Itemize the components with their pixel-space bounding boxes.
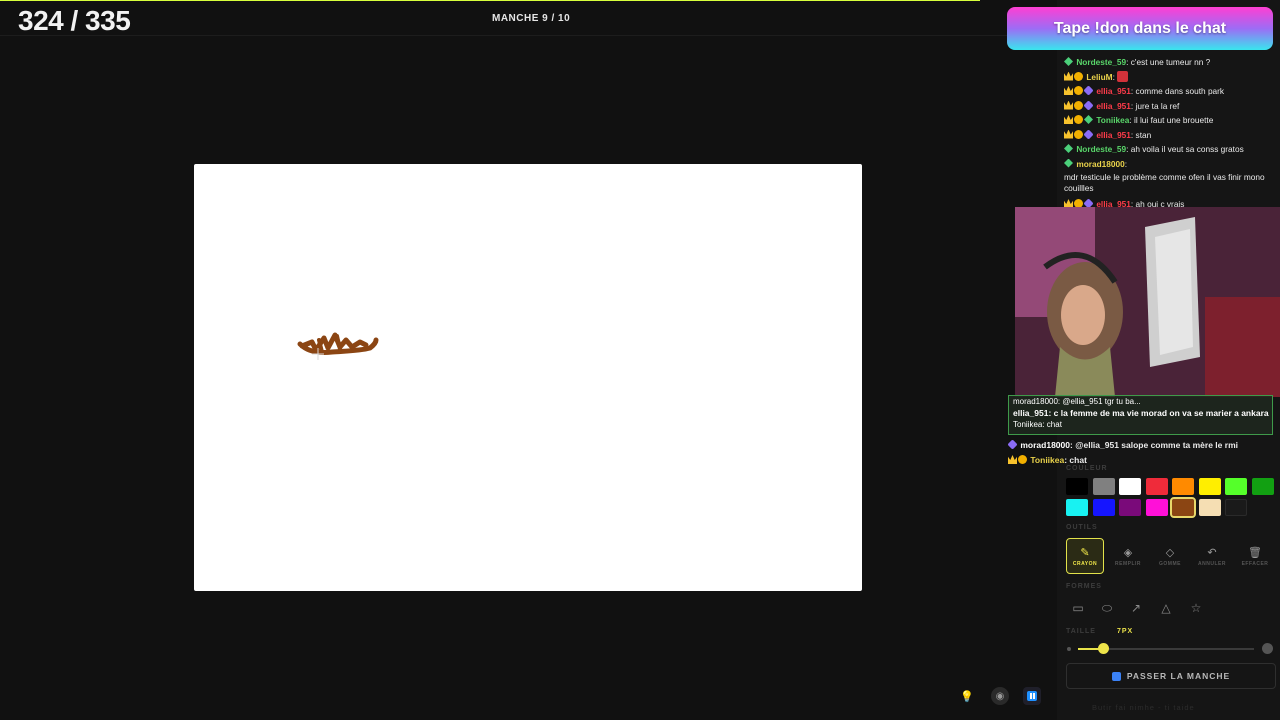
overlay-chat-line: Toniikea: chat [1013,420,1062,429]
gem-badge-icon [1064,144,1073,153]
chat-message: ellia_951: jure ta la ref [1064,99,1276,114]
pencil-icon: ✎ [1080,546,1090,559]
coin-badge-icon [1074,129,1083,139]
round-indicator: MANCHE 9 / 10 [492,13,571,24]
pencil-tool-button[interactable]: ✎ CRAYON [1066,538,1104,574]
coin-badge-icon [1074,86,1083,95]
crown-badge-icon [1064,115,1073,124]
sub-badge-icon [1007,439,1018,450]
donation-banner: Tape !don dans le chat [1007,7,1273,50]
footer-hint: Butir fai nimhe - ti taide [1092,703,1195,712]
color-swatch[interactable] [1198,499,1221,516]
color-swatch[interactable] [1225,499,1247,516]
clear-button[interactable]: 🗑 EFFACER [1236,538,1274,574]
size-label: TAILLE [1066,628,1096,635]
tools-label: OUTILS [1066,524,1098,531]
crown-badge-icon [1064,86,1073,95]
crown-badge-icon [1064,100,1073,110]
color-swatch[interactable] [1066,499,1088,516]
chat-message: ellia_951: comme dans south park [1064,84,1276,99]
webcam-image [1015,207,1280,397]
skip-icon [1111,671,1121,681]
sub-badge-icon [1083,128,1094,140]
chat-message: ellia_951: stan [1064,128,1276,143]
overlay-chat-line: ellia_951: c la femme de ma vie morad on… [1013,408,1269,418]
gem-badge-icon [1084,115,1093,124]
chat-feed: Nordeste_59: c'est une tumeur nn ? Leliu… [1064,55,1276,212]
chat-message: Nordeste_59: c'est une tumeur nn ? [1064,55,1276,70]
sub-badge-icon [1083,99,1094,111]
shape-bar: ▭ ⬭ ↗ △ ☆ [1066,598,1216,618]
chat-feed-secondary: morad18000: @ellia_951 salope comme ta m… [1007,438,1276,468]
color-swatch[interactable] [1066,478,1088,495]
eraser-tool-button[interactable]: ◇ GOMME [1151,538,1189,574]
coin-badge-icon [1074,115,1083,124]
color-swatch[interactable] [1092,478,1115,495]
min-size-dot [1067,647,1071,651]
tool-bar: ✎ CRAYON ◈ REMPLIR ◇ GOMME ↶ ANNULER 🗑 E… [1066,538,1276,574]
triangle-icon[interactable]: △ [1155,598,1177,618]
chat-message: mdr testicule le problème comme ofen il … [1064,172,1265,193]
eye-icon[interactable]: ◉ [991,687,1009,705]
chat-message: Toniikea: il lui faut une brouette [1064,113,1276,128]
coin-badge-icon [1074,100,1083,110]
size-value: 7PX [1117,628,1134,635]
size-slider-handle[interactable] [1097,643,1109,654]
chat-message: Toniikea: chat [1008,453,1276,468]
coin-badge-icon [1074,71,1083,81]
sub-badge-icon [1083,85,1094,96]
color-swatch[interactable] [1225,478,1247,495]
drawing-canvas[interactable] [194,164,862,591]
color-swatch[interactable] [1170,497,1196,518]
overlay-chat: morad18000: @ellia_951 tgr tu ba... elli… [1008,395,1273,435]
fill-icon: ◈ [1123,546,1133,559]
colors-label: COULEUR [1066,465,1108,472]
chat-message: Nordeste_59: ah voila il veut sa conss g… [1064,142,1276,157]
score-counter: 324 / 335 [18,5,131,36]
top-bar: 324 / 335 MANCHE 9 / 10 [0,1,1057,36]
rectangle-icon[interactable]: ▭ [1067,598,1089,618]
gem-badge-icon [1064,158,1073,168]
chat-message: morad18000: [1064,157,1276,172]
webcam-feed [1015,207,1280,397]
arrow-icon[interactable]: ↗ [1125,598,1147,618]
shapes-label: FORMES [1066,583,1102,590]
coin-badge-icon [1018,455,1027,464]
undo-icon: ↶ [1207,546,1217,559]
crown-badge-icon [1008,455,1017,464]
trash-icon: 🗑 [1248,546,1262,559]
overlay-chat-line: morad18000: @ellia_951 tgr tu ba... [1013,397,1141,406]
star-icon[interactable]: ☆ [1185,598,1207,618]
crown-badge-icon [1064,71,1073,81]
hint-bulb-icon[interactable]: 💡 [958,687,976,705]
undo-button[interactable]: ↶ ANNULER [1193,538,1231,574]
color-swatch[interactable] [1145,478,1168,495]
fill-tool-button[interactable]: ◈ REMPLIR [1109,538,1147,574]
color-swatch[interactable] [1092,499,1115,516]
ellipse-icon[interactable]: ⬭ [1096,598,1118,618]
color-swatch[interactable] [1198,478,1221,495]
color-swatch[interactable] [1172,478,1194,495]
crown-badge-icon [1064,129,1073,139]
drawing-strokes [297,332,379,360]
emote-icon [1117,70,1129,82]
color-swatch[interactable] [1251,478,1274,495]
skip-round-button[interactable]: PASSER LA MANCHE [1066,663,1276,689]
gem-badge-icon [1064,57,1073,66]
eraser-icon: ◇ [1165,546,1175,559]
color-swatch[interactable] [1119,499,1141,516]
pause-icon[interactable] [1023,687,1041,705]
chat-message: morad18000: @ellia_951 salope comme ta m… [1007,438,1276,453]
color-swatch[interactable] [1145,499,1168,516]
chat-message: LeliuM: [1064,70,1276,85]
max-size-dot [1262,643,1273,654]
game-screen: 324 / 335 MANCHE 9 / 10 💡 ◉ Tape !don da… [0,0,1280,720]
color-swatch[interactable] [1119,478,1141,495]
